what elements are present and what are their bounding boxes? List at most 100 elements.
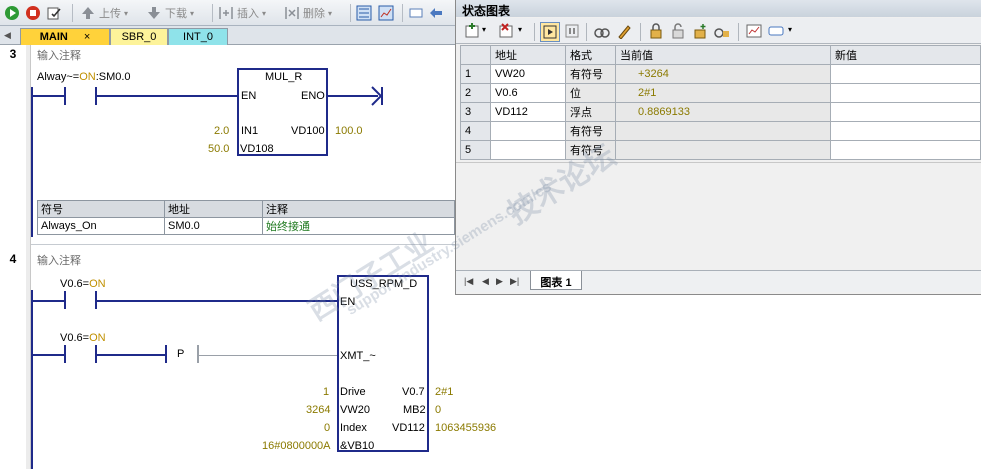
download-button[interactable]: 下载 ▾ xyxy=(146,4,194,22)
new-value-cell[interactable] xyxy=(830,140,981,160)
status-chart-icon[interactable] xyxy=(378,4,394,22)
tab-sbr0-label: SBR_0 xyxy=(121,31,157,43)
trend-view-icon[interactable] xyxy=(746,23,762,42)
new-value-cell[interactable] xyxy=(830,83,981,103)
add-row-dropdown-icon[interactable]: ▾ xyxy=(482,25,486,34)
sheet-tab-chart1[interactable]: 图表 1 xyxy=(530,271,582,290)
new-value-header: 新值 xyxy=(830,45,981,65)
rownum-header xyxy=(460,45,491,65)
addr-header: 地址 xyxy=(490,45,566,65)
mul-r-out-pin: VD100 xyxy=(291,125,325,137)
chart-pause-icon[interactable] xyxy=(564,23,580,42)
current-value-cell: +3264 xyxy=(615,64,831,84)
last-sheet-icon[interactable]: ▶| xyxy=(510,276,519,287)
insert-button[interactable]: 插入 ▾ xyxy=(218,4,266,22)
format-cell[interactable]: 浮点 xyxy=(565,102,616,122)
uss-mb2-value[interactable]: 0 xyxy=(435,404,441,416)
symbol-table: 符号 地址 注释 Always_On SM0.0 始终接通 xyxy=(37,200,455,235)
first-sheet-icon[interactable]: |◀ xyxy=(464,276,473,287)
mul-r-out-value[interactable]: 100.0 xyxy=(335,125,363,137)
delete-button[interactable]: 删除 ▾ xyxy=(284,4,332,22)
uss-vd112-value[interactable]: 1063455936 xyxy=(435,422,496,434)
options-dropdown-icon[interactable]: ▾ xyxy=(788,25,792,34)
new-value-cell[interactable] xyxy=(830,102,981,122)
network-3-comment[interactable]: 输入注释 xyxy=(37,47,81,63)
sheet-tab-bar: |◀ ◀ ▶ ▶| 图表 1 xyxy=(456,270,981,292)
new-value-cell[interactable] xyxy=(830,121,981,141)
tab-main[interactable]: MAIN × xyxy=(20,28,110,45)
uss-vd112-pin: VD112 xyxy=(392,422,425,434)
p-edge-contact[interactable] xyxy=(165,345,167,363)
uss-mb2-pin: MB2 xyxy=(403,404,426,416)
delete-row-dropdown-icon[interactable]: ▾ xyxy=(518,25,522,34)
mul-r-in1-pin: IN1 xyxy=(241,125,259,137)
unforce-all-icon[interactable] xyxy=(692,23,708,42)
current-value-cell xyxy=(615,121,831,141)
current-value-cell: 2#1 xyxy=(615,83,831,103)
contact-v06-label-2: V0.6=ON xyxy=(60,332,106,344)
network-4-comment[interactable]: 输入注释 xyxy=(37,252,81,268)
symbol-row: Always_On SM0.0 始终接通 xyxy=(37,217,455,235)
status-chart-toolbar: ▾ ▾ ▾ xyxy=(456,18,981,44)
next-sheet-icon[interactable]: ▶ xyxy=(496,276,503,287)
table-row: 2 V0.6 位 2#1 xyxy=(460,83,981,103)
format-cell[interactable]: 有符号 xyxy=(565,64,616,84)
contact-sm00[interactable] xyxy=(64,87,66,105)
options-icon[interactable] xyxy=(768,23,784,42)
uss-vw20-value[interactable]: 3264 xyxy=(306,404,330,416)
table-row: 1 VW20 有符号 +3264 xyxy=(460,64,981,84)
contact-v06-1[interactable] xyxy=(64,291,66,309)
current-value-header: 当前值 xyxy=(615,45,831,65)
format-cell[interactable]: 位 xyxy=(565,83,616,103)
uss-xmt-pin: XMT_~ xyxy=(340,350,376,362)
read-icon[interactable] xyxy=(594,23,610,42)
program-tab-bar: ◀ MAIN × SBR_0 INT_0 xyxy=(0,26,460,45)
address-cell[interactable] xyxy=(490,121,566,141)
uss-drive-value[interactable]: 1 xyxy=(323,386,329,398)
tab-scroll-left-icon[interactable]: ◀ xyxy=(4,30,11,41)
row-number: 4 xyxy=(460,121,491,141)
power-rail xyxy=(31,87,33,237)
mul-r-in2-value[interactable]: 50.0 xyxy=(208,143,229,155)
address-cell[interactable]: VW20 xyxy=(490,64,566,84)
address-cell[interactable]: V0.6 xyxy=(490,83,566,103)
compile-icon[interactable] xyxy=(46,4,62,22)
tab-sbr0[interactable]: SBR_0 xyxy=(110,28,168,45)
comment-toggle-icon[interactable] xyxy=(408,4,424,22)
program-status-icon[interactable] xyxy=(356,4,372,22)
uss-vb10-value[interactable]: 16#0800000A xyxy=(262,440,331,452)
mul-r-in1-value[interactable]: 2.0 xyxy=(214,125,229,137)
uss-index-value[interactable]: 0 xyxy=(324,422,330,434)
uss-v07-value[interactable]: 2#1 xyxy=(435,386,453,398)
editor-toolbar: 上传 ▾ 下载 ▾ 插入 ▾ 删除 ▾ xyxy=(0,0,460,26)
stop-icon[interactable] xyxy=(25,4,41,22)
force-icon[interactable] xyxy=(648,23,664,42)
insert-label: 插入 xyxy=(237,8,259,20)
prev-sheet-icon[interactable]: ◀ xyxy=(482,276,489,287)
address-header: 地址 xyxy=(164,200,263,218)
contact-v06-label-1: V0.6=ON xyxy=(60,278,106,290)
symbol-cell: Always_On xyxy=(37,217,165,235)
comment-header: 注释 xyxy=(262,200,455,218)
row-number: 2 xyxy=(460,83,491,103)
address-cell: SM0.0 xyxy=(164,217,263,235)
write-icon[interactable] xyxy=(616,23,632,42)
chart-run-icon[interactable] xyxy=(540,22,560,42)
symbol-header: 符号 xyxy=(37,200,165,218)
network-4-number: 4 xyxy=(9,252,17,266)
run-icon[interactable] xyxy=(4,4,20,22)
new-value-cell[interactable] xyxy=(830,64,981,84)
tab-close-icon[interactable]: × xyxy=(84,31,90,43)
delete-row-icon[interactable] xyxy=(498,23,514,42)
contact-v06-2[interactable] xyxy=(64,345,66,363)
uss-v07-pin: V0.7 xyxy=(402,386,425,398)
tab-int0[interactable]: INT_0 xyxy=(168,28,228,45)
navigate-icon[interactable] xyxy=(428,4,444,22)
address-cell[interactable] xyxy=(490,140,566,160)
upload-label: 上传 xyxy=(99,8,121,20)
read-forced-icon[interactable] xyxy=(714,23,730,42)
address-cell[interactable]: VD112 xyxy=(490,102,566,122)
unforce-icon[interactable] xyxy=(670,23,686,42)
add-row-icon[interactable] xyxy=(464,23,480,42)
upload-button[interactable]: 上传 ▾ xyxy=(80,4,128,22)
